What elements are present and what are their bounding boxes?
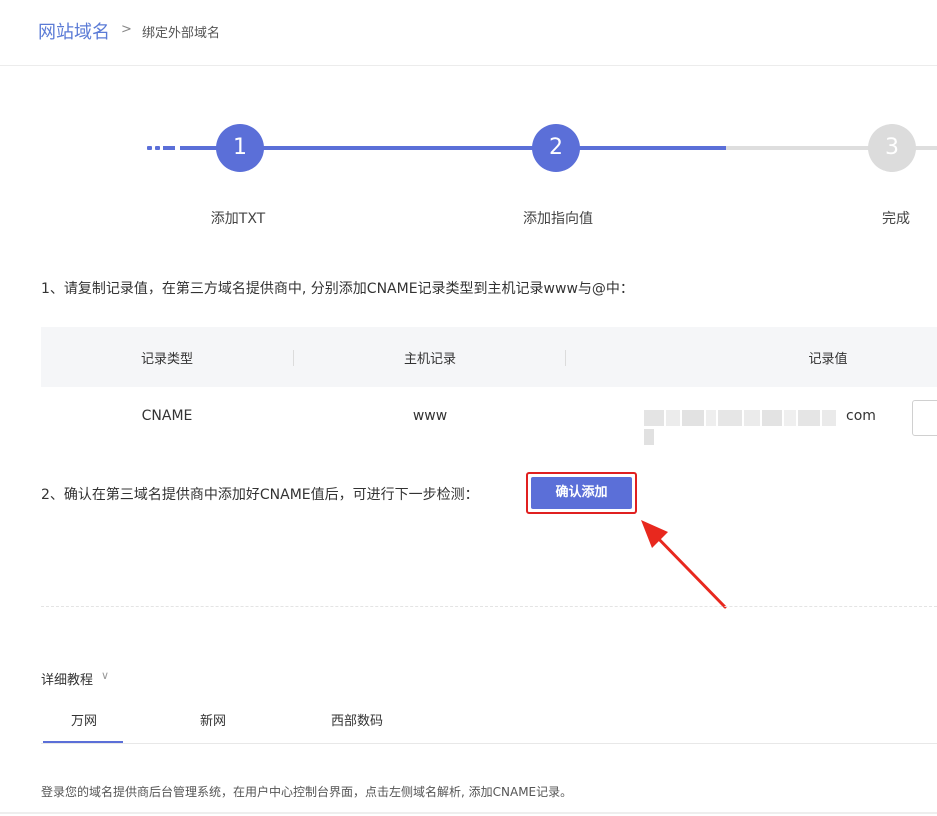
confirm-add-button[interactable]: 确认添加 — [531, 477, 632, 509]
column-divider — [565, 350, 566, 366]
th-record-type: 记录类型 — [140, 352, 193, 367]
progress-dot — [155, 146, 160, 150]
step-3-circle: 3 — [868, 124, 916, 172]
column-divider — [293, 350, 294, 366]
page-header — [0, 0, 937, 66]
bottom-divider — [0, 812, 937, 814]
step-2-circle: 2 — [532, 124, 580, 172]
red-arrow-icon — [641, 520, 727, 609]
tutorial-title: 详细教程 — [41, 673, 94, 688]
tutorial-description: 登录您的域名提供商后台管理系统，在用户中心控制台界面，点击左侧域名解析, 添加C… — [41, 785, 573, 799]
breadcrumb-current: 绑定外部域名 — [142, 26, 221, 41]
progress-dot — [147, 146, 152, 150]
chevron-down-icon[interactable]: ∨ — [101, 669, 109, 682]
copy-button[interactable] — [912, 400, 937, 436]
step-1-label: 添加TXT — [210, 211, 266, 227]
blurred-record-value — [644, 410, 849, 445]
cell-record-type: CNAME — [141, 408, 193, 424]
cell-host-record: www — [412, 408, 448, 424]
breadcrumb-root-link[interactable]: 网站域名 — [38, 18, 110, 44]
progress-dash — [163, 146, 175, 150]
active-tab-indicator — [43, 741, 123, 743]
cell-record-value-suffix: com — [846, 408, 876, 424]
th-record-value: 记录值 — [808, 352, 848, 367]
instruction-step-2: 2、确认在第三域名提供商中添加好CNAME值后，可进行下一步检测： — [41, 487, 479, 503]
step-2-label: 添加指向值 — [523, 211, 593, 227]
tabs-baseline — [41, 743, 937, 744]
tab-xibu-digital[interactable]: 西部数码 — [331, 710, 383, 729]
tab-xinwang[interactable]: 新网 — [200, 710, 226, 729]
th-host-record: 主机记录 — [403, 352, 456, 367]
step-1-circle: 1 — [216, 124, 264, 172]
tab-wanwang[interactable]: 万网 — [71, 710, 97, 729]
section-divider — [41, 606, 937, 607]
step-3-label: 完成 — [882, 211, 910, 227]
breadcrumb-chevron-icon: > — [121, 22, 132, 37]
instruction-step-1: 1、请复制记录值，在第三方域名提供商中, 分别添加CNAME记录类型到主机记录w… — [41, 281, 634, 297]
